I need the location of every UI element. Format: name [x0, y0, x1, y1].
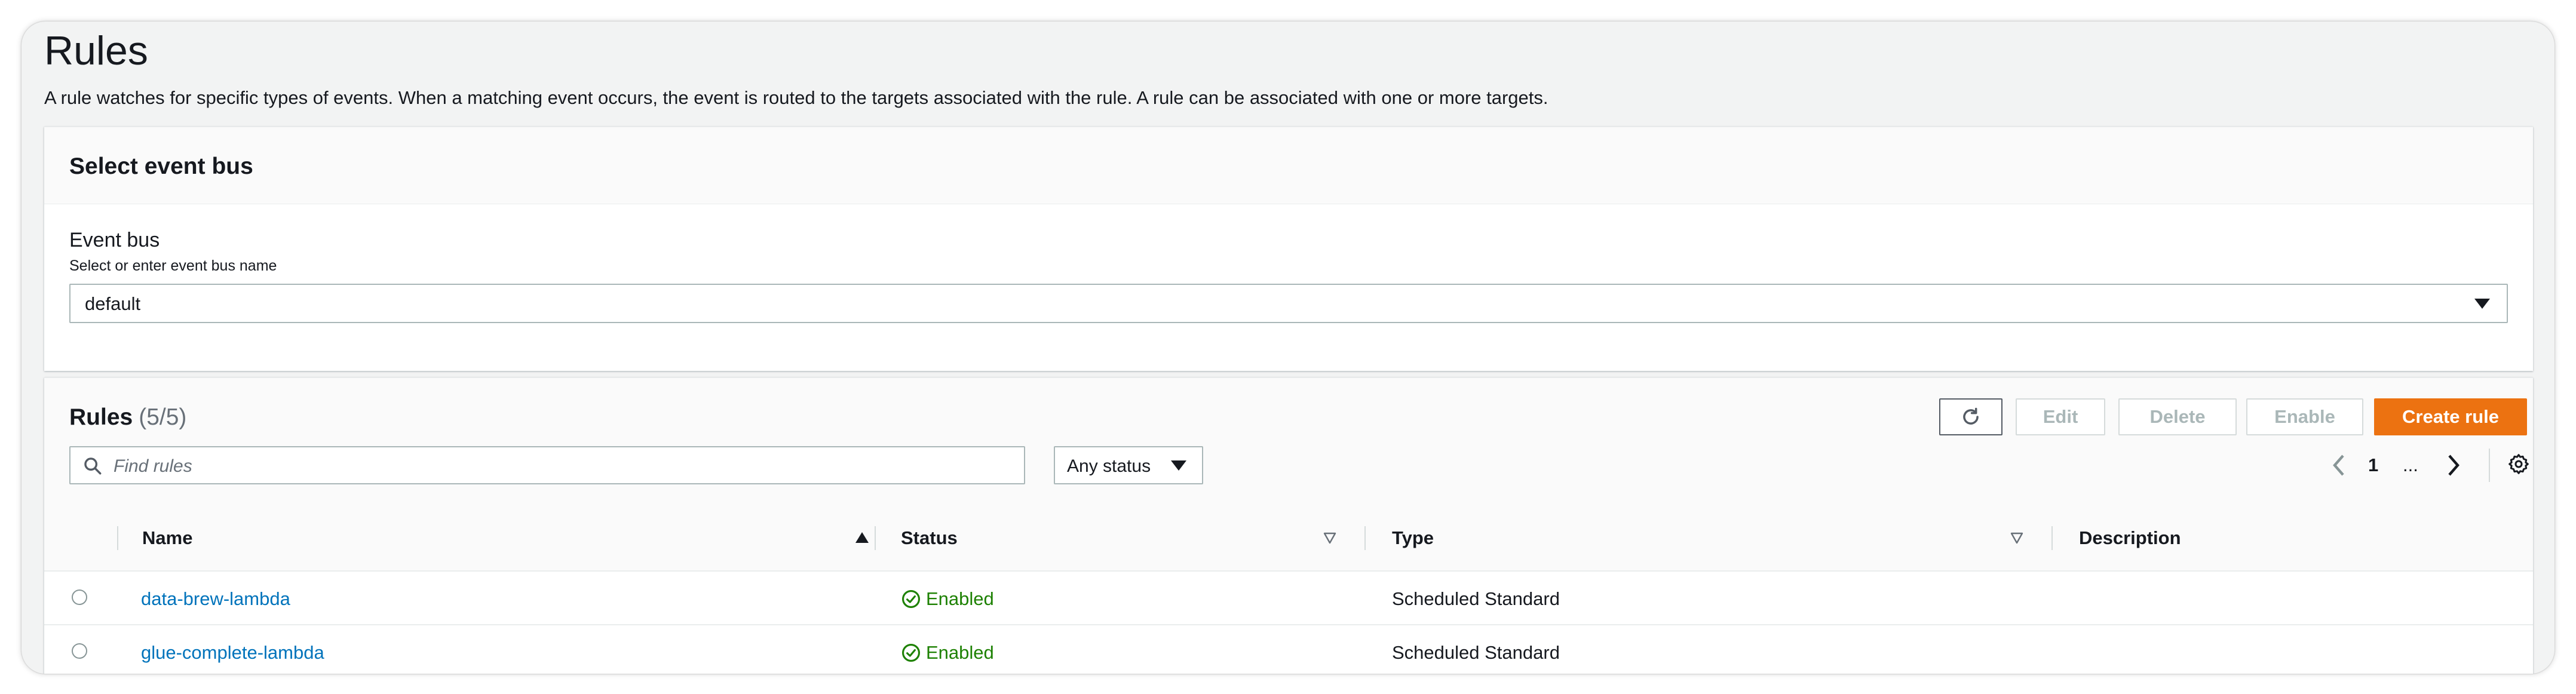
event-bus-panel-header: Select event bus [44, 127, 2533, 204]
rules-title: Rules (5/5) [69, 404, 186, 431]
check-circle-icon [901, 643, 921, 662]
search-input[interactable]: Find rules [69, 446, 1025, 484]
pagination-ellipsis: ... [2403, 455, 2418, 475]
column-separator [875, 526, 876, 550]
chevron-down-icon [2474, 299, 2490, 309]
status-filter-value: Any status [1067, 456, 1151, 476]
status-text: Enabled [926, 642, 994, 663]
event-bus-selected-value: default [85, 293, 141, 314]
edit-button[interactable]: Edit [2016, 398, 2105, 435]
row-select-radio[interactable] [72, 643, 87, 659]
rules-panel: Rules (5/5) Edit Delete Enable Create rul… [44, 377, 2533, 674]
type-cell: Scheduled Standard [1392, 588, 1560, 609]
column-header-name[interactable]: Name [142, 527, 192, 549]
column-header-status[interactable]: Status [901, 527, 958, 549]
delete-button[interactable]: Delete [2118, 398, 2237, 435]
rules-table-header: Name Status Type Description [44, 506, 2533, 572]
refresh-icon [1963, 407, 1979, 425]
enable-button[interactable]: Enable [2246, 398, 2363, 435]
page-description: A rule watches for specific types of eve… [44, 87, 1548, 108]
status-cell: Enabled [901, 588, 994, 610]
check-circle-icon [901, 589, 921, 609]
event-bus-select[interactable]: default [69, 284, 2508, 323]
search-icon [84, 457, 102, 475]
page-title: Rules [44, 28, 148, 73]
sort-descending-icon[interactable] [1323, 532, 1337, 545]
gear-icon[interactable] [2507, 452, 2531, 476]
rules-count: (5/5) [139, 404, 187, 430]
refresh-button[interactable] [1939, 398, 2002, 435]
next-page-button[interactable] [2446, 446, 2461, 484]
table-row[interactable]: data-brew-lambda Enabled Scheduled Stand… [44, 572, 2533, 625]
chevron-left-icon [2333, 455, 2344, 476]
page-number-button[interactable]: 1 [2368, 446, 2378, 484]
column-separator [117, 526, 118, 550]
chevron-down-icon [1171, 460, 1186, 471]
status-filter-select[interactable]: Any status [1054, 446, 1203, 484]
event-bus-panel-title: Select event bus [69, 153, 253, 179]
table-row[interactable]: glue-complete-lambda Enabled Scheduled S… [44, 625, 2533, 674]
rules-page: Rules A rule watches for specific types … [22, 22, 2554, 674]
rule-name-link[interactable]: data-brew-lambda [141, 588, 290, 610]
status-text: Enabled [926, 588, 994, 609]
event-bus-panel: Select event bus Event bus Select or ent… [44, 127, 2533, 371]
rules-panel-header: Rules (5/5) Edit Delete Enable Create rul… [44, 378, 2533, 506]
event-bus-hint: Select or enter event bus name [69, 257, 277, 274]
column-header-description: Description [2079, 527, 2181, 548]
event-bus-label: Event bus [69, 229, 160, 251]
column-separator [2051, 526, 2053, 550]
status-cell: Enabled [901, 642, 994, 664]
column-separator [1364, 526, 1366, 550]
sort-descending-icon[interactable] [2010, 532, 2024, 545]
chevron-right-icon [2448, 455, 2460, 476]
search-placeholder: Find rules [114, 456, 192, 476]
pagination-divider [2489, 449, 2490, 482]
rule-name-link[interactable]: glue-complete-lambda [141, 642, 324, 664]
type-cell: Scheduled Standard [1392, 642, 1560, 663]
create-rule-button[interactable]: Create rule [2374, 398, 2527, 435]
rules-title-text: Rules [69, 404, 133, 430]
sort-ascending-icon[interactable] [855, 532, 869, 543]
previous-page-button[interactable] [2331, 446, 2347, 484]
column-header-type[interactable]: Type [1392, 527, 1434, 549]
row-select-radio[interactable] [72, 589, 87, 605]
